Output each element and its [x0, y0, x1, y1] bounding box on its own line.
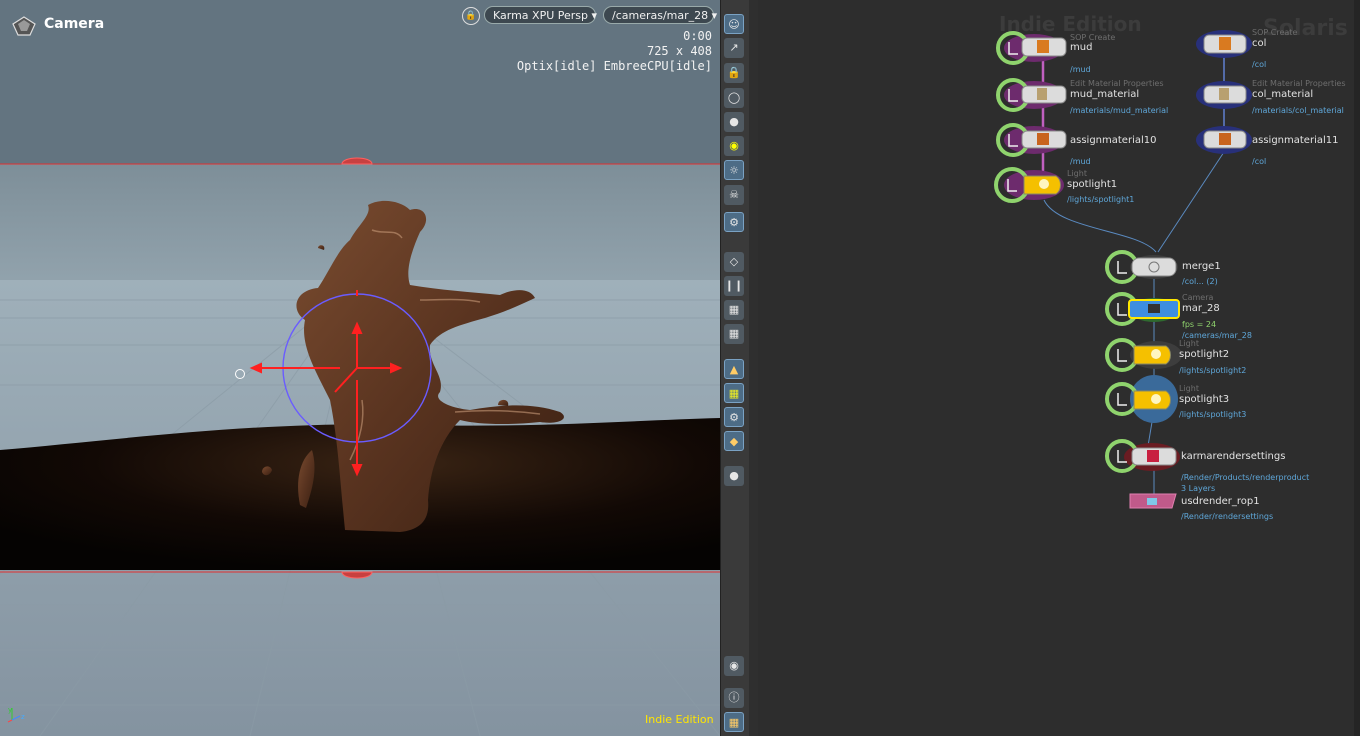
chevron-down-icon: ▾	[591, 9, 598, 22]
node-spotlight2[interactable]	[1105, 338, 1182, 372]
node-col[interactable]	[1196, 30, 1252, 58]
flipbook-icon[interactable]: ▦	[724, 300, 744, 320]
node-path-label: /materials/col_material	[1252, 106, 1344, 115]
guide-icon[interactable]: ▦	[724, 383, 744, 403]
node-type-label: Edit Material Properties	[1070, 79, 1164, 88]
node-name-label: assignmaterial11	[1252, 135, 1339, 146]
node-name-label: spotlight3	[1179, 394, 1230, 405]
lock-icon[interactable]: 🔒	[462, 7, 480, 25]
svg-text:z: z	[21, 713, 25, 721]
renderer-label: Karma XPU Persp	[493, 9, 589, 22]
node-spotlight3[interactable]	[1105, 375, 1178, 423]
time-readout: 0:00	[683, 29, 712, 43]
node-name-label: mud_material	[1070, 89, 1140, 100]
node-name-label: usdrender_rop1	[1181, 496, 1260, 507]
node-path-label: /lights/spotlight1	[1067, 195, 1135, 204]
viewport-title: Camera	[44, 16, 105, 32]
light-toggle-icon[interactable]: ☼	[724, 160, 744, 180]
node-extra-label: 3 Layers	[1181, 484, 1216, 493]
ghost-icon[interactable]: ◇	[724, 252, 744, 272]
node-type-label: Edit Material Properties	[1252, 79, 1346, 88]
engine-status: Optix[idle] EmbreeCPU[idle]	[516, 59, 712, 73]
node-name-label: merge1	[1182, 261, 1221, 272]
info-icon[interactable]: ⓘ	[724, 688, 744, 708]
node-path-label: /col... (2)	[1182, 277, 1218, 286]
node-path-label: /mud	[1070, 157, 1091, 166]
viewport-toolbar: ☺ ↗ 🔒 ◯ ● ◉ ☼ ☠ ⚙ ◇ ❙❙ ▦ ▦ ▲ ▦ ⚙ ◆ ● ◉ ⓘ…	[720, 0, 750, 736]
pause-icon[interactable]: ❙❙	[724, 276, 744, 296]
resolution-readout: 725 x 408	[646, 44, 712, 58]
select-icon[interactable]: ↗	[724, 38, 744, 58]
node-type-label: Light	[1067, 169, 1087, 178]
node-usdrender-rop1[interactable]	[1129, 493, 1177, 509]
node-type-label: SOP Create	[1070, 33, 1116, 42]
node-assignmaterial10[interactable]	[996, 123, 1067, 157]
node-path-label: /mud	[1070, 65, 1091, 74]
node-mud-material[interactable]	[996, 78, 1067, 112]
background-icon[interactable]: ⚙	[724, 407, 744, 427]
node-extra-label: fps = 24	[1182, 320, 1217, 329]
node-karmarendersettings[interactable]	[1105, 439, 1180, 473]
node-name-label: mud	[1070, 42, 1093, 53]
node-name-label: col_material	[1252, 89, 1314, 100]
camera-label: /cameras/mar_28	[612, 9, 709, 22]
axis-gizmo-icon: zy	[6, 704, 32, 728]
eye-icon[interactable]: ◉	[724, 656, 744, 676]
network-scrollbar[interactable]	[1354, 0, 1360, 736]
node-path-label: /Render/Products/renderproduct	[1181, 473, 1310, 482]
render-icon[interactable]: ☠	[724, 185, 744, 205]
display-options-icon[interactable]: ☺	[724, 14, 744, 34]
node-type-label: Light	[1179, 384, 1199, 393]
camera-dropdown[interactable]: /cameras/mar_28 ▾	[603, 6, 717, 24]
network-editor[interactable]: Indie Edition Solaris SOP Create mud /mu…	[758, 0, 1360, 736]
node-type-label: Light	[1179, 339, 1199, 348]
node-path-label: /col	[1252, 60, 1267, 69]
camera-icon[interactable]: ◉	[724, 136, 744, 156]
node-name-label: spotlight1	[1067, 179, 1118, 190]
node-name-label: mar_28	[1182, 303, 1220, 314]
node-mud[interactable]	[996, 31, 1067, 65]
node-col-material[interactable]	[1196, 81, 1252, 109]
node-type-label: Camera	[1182, 293, 1214, 302]
node-name-label: assignmaterial10	[1070, 135, 1157, 146]
node-path-label: /Render/rendersettings	[1181, 512, 1274, 521]
houdini-logo-icon	[12, 16, 36, 40]
layout-icon[interactable]: ▦	[724, 712, 744, 732]
node-name-label: karmarendersettings	[1181, 451, 1286, 462]
snapshot-icon[interactable]: ⚙	[724, 212, 744, 232]
render-settings-icon[interactable]: ◆	[724, 431, 744, 451]
chevron-down-icon: ▾	[711, 9, 718, 22]
node-spotlight1[interactable]	[994, 167, 1064, 203]
node-name-label: spotlight2	[1179, 349, 1230, 360]
scene-viewport[interactable]: Camera 🔒 Karma XPU Persp ▾ /cameras/mar_…	[0, 0, 720, 736]
node-path-label: /lights/spotlight2	[1179, 366, 1247, 375]
node-path-label: /col	[1252, 157, 1267, 166]
node-mar-28[interactable]	[1105, 292, 1180, 326]
renderer-dropdown[interactable]: Karma XPU Persp ▾	[484, 6, 598, 24]
node-path-label: /materials/mud_material	[1070, 106, 1169, 115]
lock-view-icon[interactable]: 🔒	[724, 63, 744, 83]
edition-label: Indie Edition	[645, 713, 714, 726]
lighting-mode-icon[interactable]: ▲	[724, 359, 744, 379]
lights-icon[interactable]: ◯	[724, 88, 744, 108]
node-assignmaterial11[interactable]	[1196, 126, 1252, 154]
viewport-scene[interactable]	[0, 0, 720, 736]
node-merge1[interactable]	[1105, 250, 1178, 284]
node-path-label: /lights/spotlight3	[1179, 410, 1247, 419]
svg-text:y: y	[8, 706, 12, 714]
safe-area-icon[interactable]: ▦	[724, 324, 744, 344]
node-type-label: SOP Create	[1252, 28, 1298, 37]
shading-icon[interactable]: ●	[724, 112, 744, 132]
viewport-background	[0, 0, 720, 164]
sphere-icon[interactable]: ●	[724, 466, 744, 486]
node-name-label: col	[1252, 38, 1267, 49]
